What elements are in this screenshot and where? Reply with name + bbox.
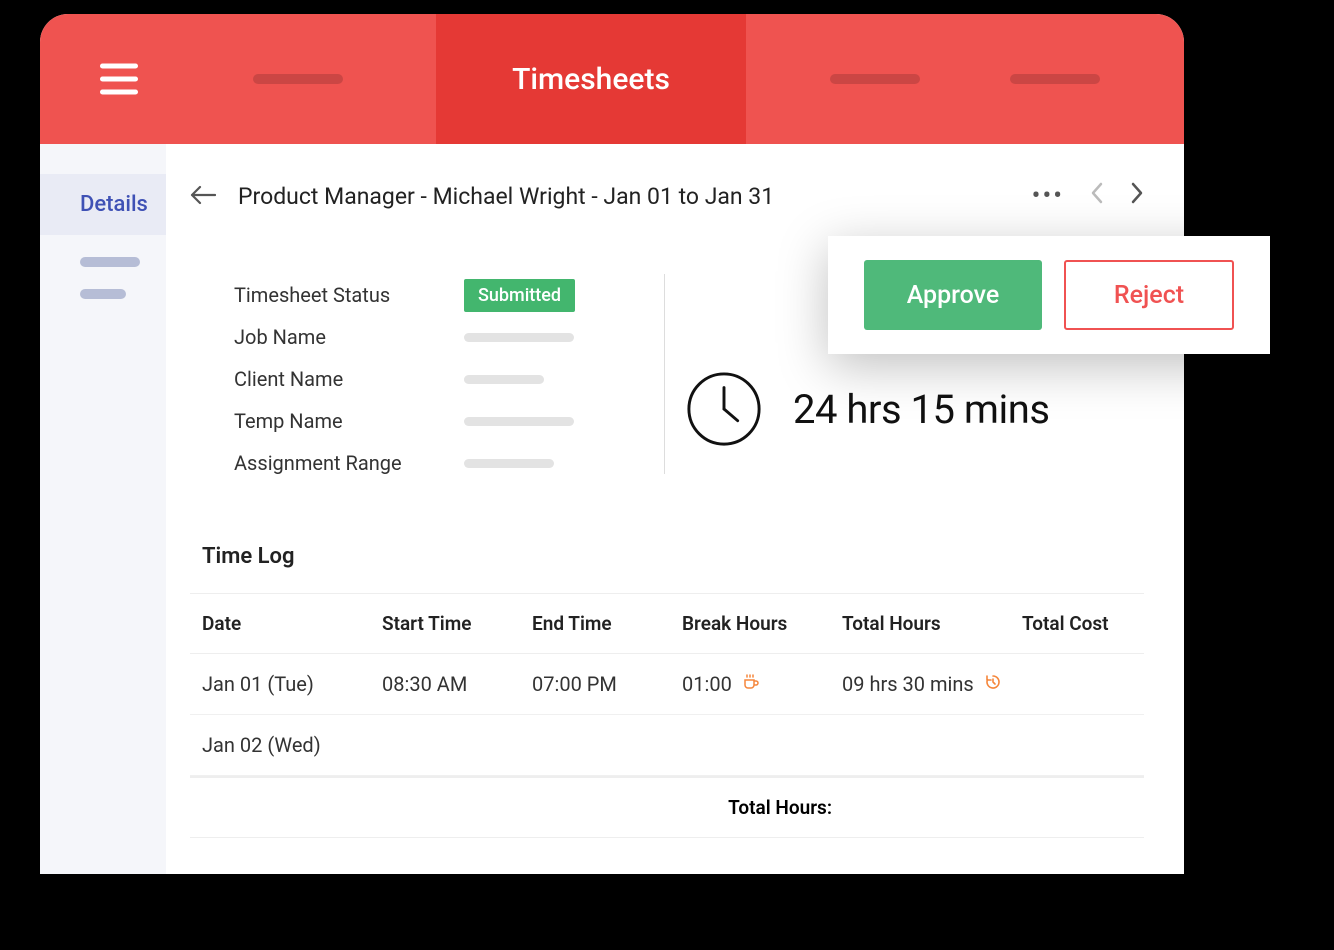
sidebar-item-placeholder[interactable] — [80, 257, 140, 267]
more-options-icon[interactable]: ••• — [1032, 181, 1064, 211]
timelog-table: Date Start Time End Time Break Hours Tot… — [190, 593, 1144, 838]
approve-reject-card: Approve Reject — [828, 236, 1270, 354]
col-total-hours: Total Hours — [842, 612, 1022, 635]
header-tab-active[interactable]: Timesheets — [436, 14, 746, 144]
cell-end-time: 07:00 PM — [532, 672, 682, 696]
field-label: Assignment Range — [234, 451, 464, 475]
field-value-placeholder — [464, 417, 574, 426]
sidebar-item-placeholder[interactable] — [80, 289, 126, 299]
clock-history-icon — [984, 673, 1002, 696]
field-value-placeholder — [464, 375, 544, 384]
cell-start-time: 08:30 AM — [382, 672, 532, 696]
breadcrumb-text: Product Manager - Michael Wright - Jan 0… — [238, 183, 774, 210]
sidebar: Details — [40, 144, 166, 874]
cell-total-hours: 09 hrs 30 mins — [842, 672, 1022, 696]
field-client-name: Client Name — [234, 358, 654, 400]
breadcrumb-row: Product Manager - Michael Wright - Jan 0… — [190, 172, 1144, 220]
vertical-divider — [664, 274, 665, 474]
app-window: Timesheets Details Product Manager - Mic… — [40, 14, 1184, 874]
approve-button[interactable]: Approve — [864, 260, 1042, 330]
col-total-cost: Total Cost — [1022, 612, 1132, 635]
status-badge: Submitted — [464, 279, 575, 312]
total-time-value: 24 hrs 15 mins — [793, 386, 1049, 433]
hamburger-menu-icon[interactable] — [100, 64, 138, 95]
tab-placeholder — [253, 74, 343, 84]
reject-button[interactable]: Reject — [1064, 260, 1234, 330]
timelog-section-title: Time Log — [202, 544, 1144, 569]
header-tab-left[interactable] — [40, 14, 436, 144]
field-label: Temp Name — [234, 409, 464, 433]
sidebar-item-details[interactable]: Details — [40, 174, 166, 235]
tab-placeholder[interactable] — [830, 74, 920, 84]
cell-date: Jan 01 (Tue) — [202, 672, 382, 696]
col-date: Date — [202, 612, 382, 635]
sidebar-item-label: Details — [80, 192, 148, 217]
header-tab-label: Timesheets — [512, 62, 670, 97]
header-tabs-right — [746, 14, 1184, 144]
field-value-placeholder — [464, 459, 554, 468]
app-header: Timesheets — [40, 14, 1184, 144]
field-label: Client Name — [234, 367, 464, 391]
field-value-placeholder — [464, 333, 574, 342]
col-start-time: Start Time — [382, 612, 532, 635]
table-row[interactable]: Jan 01 (Tue) 08:30 AM 07:00 PM 01:00 09 … — [190, 654, 1144, 715]
col-break-hours: Break Hours — [682, 612, 842, 635]
field-assignment-range: Assignment Range — [234, 442, 654, 484]
cell-date: Jan 02 (Wed) — [202, 733, 382, 757]
table-row[interactable]: Jan 02 (Wed) — [190, 715, 1144, 776]
field-label: Timesheet Status — [234, 283, 464, 307]
tab-placeholder[interactable] — [1010, 74, 1100, 84]
reject-button-label: Reject — [1114, 281, 1184, 310]
breadcrumb-actions: ••• — [1032, 181, 1144, 211]
approve-button-label: Approve — [907, 281, 1000, 310]
clock-icon — [685, 370, 763, 448]
footer-total-hours-label: Total Hours: — [682, 796, 842, 819]
cell-break-hours: 01:00 — [682, 672, 842, 696]
table-footer-row: Total Hours: — [190, 776, 1144, 838]
field-timesheet-status: Timesheet Status Submitted — [234, 274, 654, 316]
coffee-break-icon — [742, 673, 760, 696]
table-header-row: Date Start Time End Time Break Hours Tot… — [190, 593, 1144, 654]
back-arrow-icon[interactable] — [190, 182, 216, 210]
next-chevron-icon[interactable] — [1130, 182, 1144, 210]
field-label: Job Name — [234, 325, 464, 349]
field-job-name: Job Name — [234, 316, 654, 358]
prev-chevron-icon[interactable] — [1090, 182, 1104, 210]
info-fields: Timesheet Status Submitted Job Name Clie… — [234, 274, 654, 484]
field-temp-name: Temp Name — [234, 400, 654, 442]
col-end-time: End Time — [532, 612, 682, 635]
